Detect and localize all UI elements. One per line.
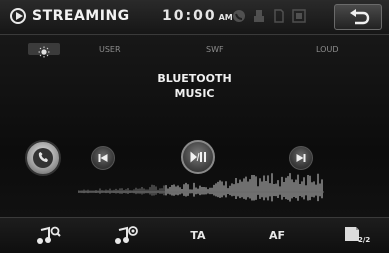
brightness-button[interactable] xyxy=(28,43,60,58)
clock: 10:00 AM xyxy=(162,8,233,24)
phone-icon xyxy=(38,152,48,162)
eq-loud-label[interactable]: LOUD xyxy=(316,45,338,54)
previous-track-icon xyxy=(98,154,108,162)
page-number: 2/2 xyxy=(358,236,371,244)
clock-time: 10:00 xyxy=(162,8,217,24)
page-indicator[interactable]: 2/2 xyxy=(344,226,374,248)
dt-icon xyxy=(292,9,306,23)
source-line-2: MUSIC xyxy=(174,87,215,100)
music-scan-button[interactable] xyxy=(96,218,156,253)
play-pause-icon xyxy=(190,151,206,163)
music-scan-icon xyxy=(115,226,138,244)
streaming-screen: STREAMING 10:00 AM USER SWF LOUD BLUETOO… xyxy=(0,0,389,253)
clock-ampm: AM xyxy=(218,13,233,22)
phone-status-icon xyxy=(233,10,245,22)
af-button[interactable]: AF xyxy=(262,218,292,253)
sun-icon xyxy=(38,46,50,58)
ta-button[interactable]: TA xyxy=(183,218,213,253)
sd-card-icon xyxy=(274,9,284,23)
music-search-button[interactable] xyxy=(18,218,78,253)
phone-icon-bg xyxy=(33,148,53,168)
top-bar: STREAMING 10:00 AM xyxy=(0,0,389,35)
next-track-icon xyxy=(296,154,306,162)
usb-icon xyxy=(254,10,264,22)
eq-row: USER SWF LOUD xyxy=(0,43,389,58)
previous-track-button[interactable] xyxy=(91,146,115,170)
status-icons xyxy=(232,9,306,23)
bottom-bar: TA AF 2/2 xyxy=(0,217,389,253)
back-button[interactable] xyxy=(334,4,382,30)
source-line-1: BLUETOOTH xyxy=(157,72,232,85)
back-arrow-icon xyxy=(350,9,370,25)
music-search-icon xyxy=(37,226,61,244)
streaming-play-icon xyxy=(10,8,26,24)
eq-user-label[interactable]: USER xyxy=(99,45,121,54)
audio-waveform xyxy=(78,173,324,202)
phone-button[interactable] xyxy=(25,140,61,176)
page-title: STREAMING xyxy=(32,8,130,24)
next-track-button[interactable] xyxy=(289,146,313,170)
eq-swf-label[interactable]: SWF xyxy=(206,45,224,54)
play-pause-button[interactable] xyxy=(181,140,215,174)
